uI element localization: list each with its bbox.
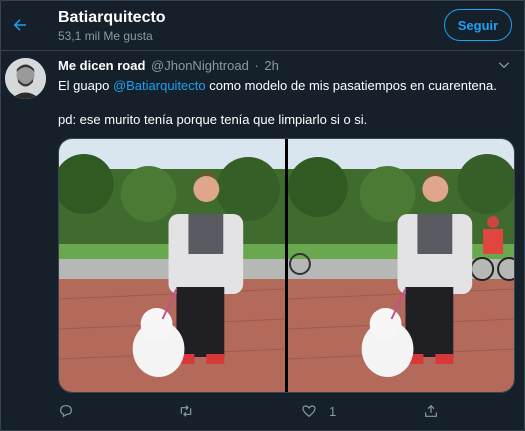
tweet-header: Me dicen road @JhonNightroad · 2h xyxy=(58,58,279,73)
back-button[interactable] xyxy=(5,10,35,40)
tweet-text-before: El guapo xyxy=(58,78,113,93)
share-icon xyxy=(425,404,437,417)
header-title: Batiarquitecto xyxy=(58,9,166,26)
back-arrow-icon xyxy=(13,19,26,31)
tweet-actions: 1 xyxy=(58,401,458,421)
like-count: 1 xyxy=(329,403,337,419)
retweet-icon xyxy=(180,405,192,417)
reply-button[interactable] xyxy=(58,401,86,421)
author-handle[interactable]: @JhonNightroad xyxy=(151,58,249,73)
chevron-down-icon xyxy=(498,62,510,69)
reply-icon xyxy=(60,405,72,418)
tweet-photo-1[interactable] xyxy=(59,139,285,392)
share-button[interactable] xyxy=(423,401,451,421)
mention-link[interactable]: @Batiarquitecto xyxy=(113,78,206,93)
like-icon xyxy=(302,405,316,418)
page-header: Batiarquitecto 53,1 mil Me gusta Seguir xyxy=(1,1,524,51)
tweet-text-line-2: pd: ese murito tenía porque tenía que li… xyxy=(58,112,368,127)
tweet-media xyxy=(58,138,515,393)
tweet-time[interactable]: 2h xyxy=(264,58,278,73)
avatar[interactable] xyxy=(5,58,46,99)
follow-button[interactable]: Seguir xyxy=(444,9,512,41)
retweet-button[interactable] xyxy=(178,401,206,421)
like-button[interactable]: 1 xyxy=(301,401,336,421)
separator-dot: · xyxy=(254,58,259,73)
author-name[interactable]: Me dicen road xyxy=(58,58,145,73)
tweet-page: Batiarquitecto 53,1 mil Me gusta Seguir … xyxy=(0,0,525,431)
tweet-text-after: como modelo de mis pasatiempos en cuaren… xyxy=(205,78,497,93)
tweet-photo-2[interactable] xyxy=(288,139,514,392)
more-options-button[interactable] xyxy=(494,56,514,74)
header-likes-count: 53,1 mil Me gusta xyxy=(58,29,153,43)
tweet-text: El guapo @Batiarquitecto como modelo de … xyxy=(58,77,518,94)
tweet: Me dicen road @JhonNightroad · 2h El gua… xyxy=(1,52,524,430)
